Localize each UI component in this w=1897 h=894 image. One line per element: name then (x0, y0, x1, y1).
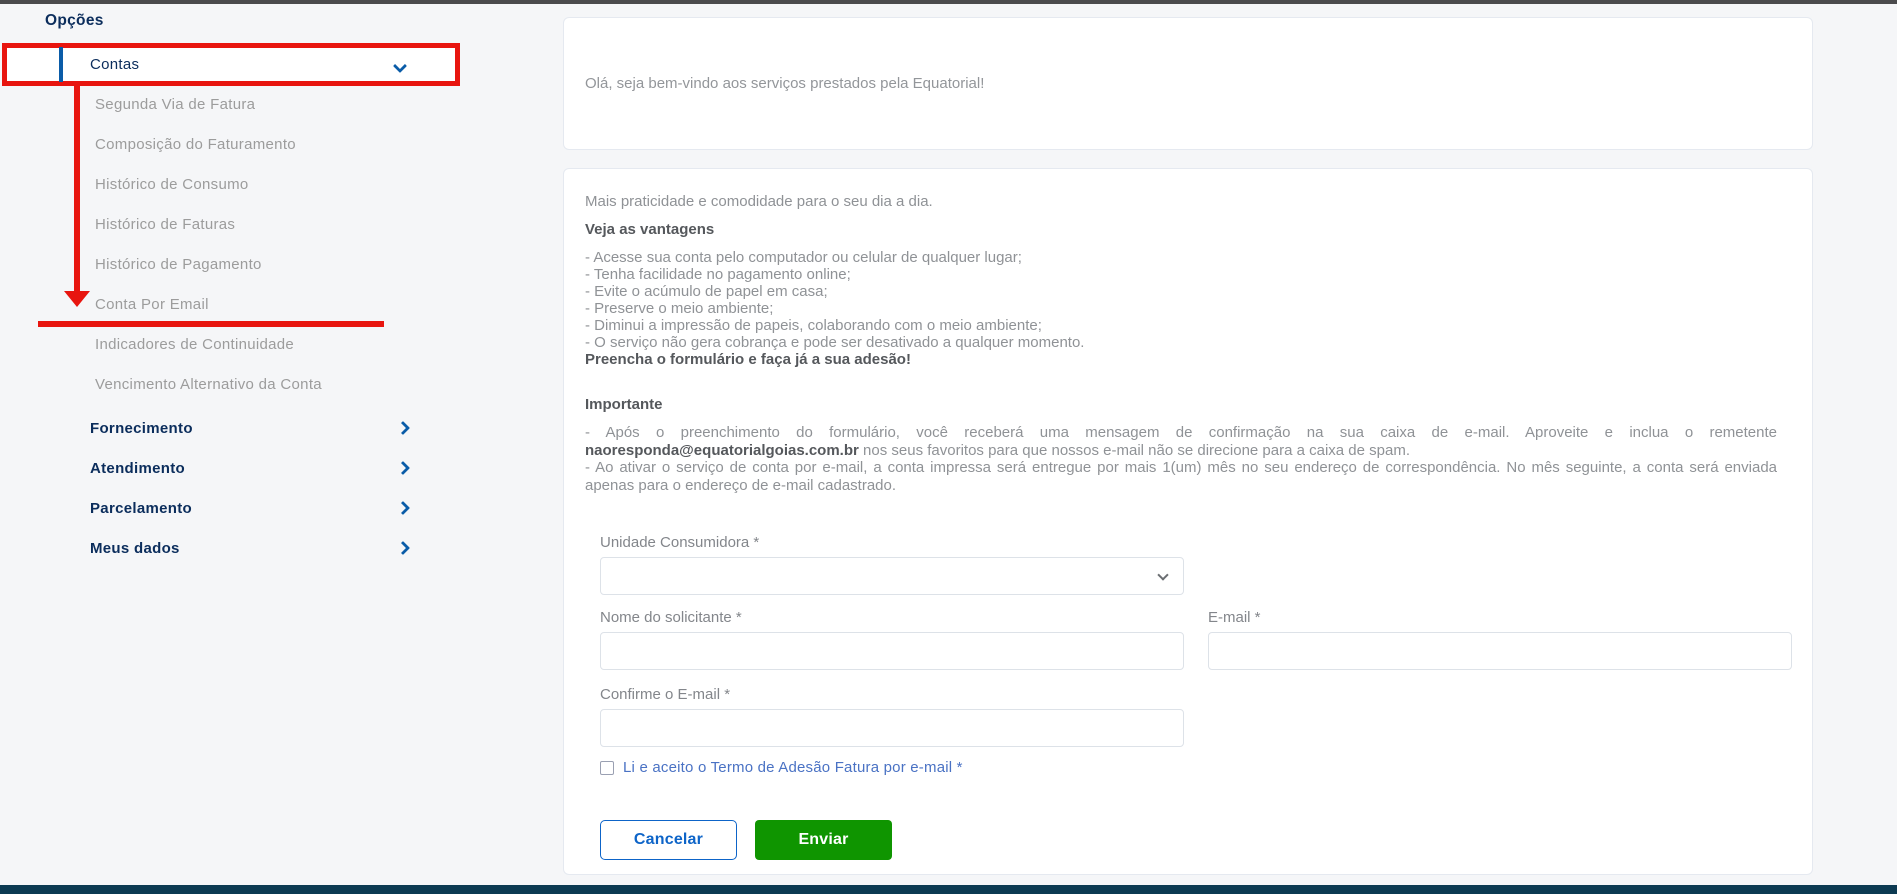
active-item-accent-bar (59, 47, 63, 82)
main-content: Olá, seja bem-vindo aos serviços prestad… (563, 17, 1813, 875)
options-sidebar: Opções Contas Segunda Via de Fatura Comp… (0, 0, 540, 880)
sidebar-item-parcelamento-label: Parcelamento (90, 500, 192, 517)
terms-row: Li e aceito o Termo de Adesão Fatura por… (600, 759, 1792, 776)
advantage-item: - Evite o acúmulo de papel em casa; (585, 283, 1788, 300)
important-p1-before: - Após o preenchimento do formulário, vo… (585, 424, 1777, 441)
contas-submenu: Segunda Via de Fatura Composição do Fatu… (95, 85, 435, 405)
sidebar-item-atendimento[interactable]: Atendimento (90, 448, 408, 488)
confirme-email-label: Confirme o E-mail * (600, 686, 1792, 703)
sidebar-item-meus-dados[interactable]: Meus dados (90, 528, 408, 568)
advantage-item: - Diminui a impressão de papeis, colabor… (585, 317, 1788, 334)
terms-link[interactable]: Li e aceito o Termo de Adesão Fatura por… (623, 759, 963, 776)
sidebar-item-meus-dados-label: Meus dados (90, 540, 180, 557)
advantages-list: - Acesse sua conta pelo computador ou ce… (585, 249, 1788, 351)
advantage-item: - O serviço não gera cobrança e pode ser… (585, 334, 1788, 351)
important-p1-after: nos seus favoritos para que nossos e-mai… (859, 442, 1410, 459)
noreply-email: naoresponda@equatorialgoias.com.br (585, 442, 859, 459)
sidebar-item-atendimento-label: Atendimento (90, 460, 185, 477)
intro-text: Mais praticidade e comodidade para o seu… (585, 193, 1788, 210)
welcome-message: Olá, seja bem-vindo aos serviços prestad… (585, 75, 984, 92)
conta-por-email-card: Mais praticidade e comodidade para o seu… (563, 168, 1813, 875)
nome-solicitante-label: Nome do solicitante * (600, 609, 1184, 626)
sidebar-item-contas[interactable]: Contas (2, 43, 460, 86)
sidebar-item-parcelamento[interactable]: Parcelamento (90, 488, 408, 528)
chevron-right-icon (398, 420, 408, 437)
advantage-item: - Acesse sua conta pelo computador ou ce… (585, 249, 1788, 266)
red-annotation-arrow-head (64, 291, 90, 307)
confirme-email-input[interactable] (600, 709, 1184, 747)
sidebar-title: Opções (45, 12, 104, 30)
sidebar-sections: Fornecimento Atendimento Parcelamento Me… (90, 408, 408, 568)
chevron-down-icon (395, 58, 405, 76)
sidebar-item-conta-por-email[interactable]: Conta Por Email (95, 285, 435, 325)
sidebar-item-historico-de-faturas[interactable]: Histórico de Faturas (95, 205, 435, 245)
welcome-card: Olá, seja bem-vindo aos serviços prestad… (563, 17, 1813, 150)
email-input[interactable] (1208, 632, 1792, 670)
advantage-item: - Tenha facilidade no pagamento online; (585, 266, 1788, 283)
chevron-right-icon (398, 500, 408, 517)
sidebar-item-vencimento-alternativo-da-conta[interactable]: Vencimento Alternativo da Conta (95, 365, 435, 405)
sidebar-item-fornecimento[interactable]: Fornecimento (90, 408, 408, 448)
advantage-item: - Preserve o meio ambiente; (585, 300, 1788, 317)
important-p2: - Ao ativar o serviço de conta por e-mai… (585, 459, 1777, 494)
chevron-down-icon (1157, 569, 1168, 580)
advantages-title: Veja as vantagens (585, 221, 1788, 238)
cta-text: Preencha o formulário e faça já a sua ad… (585, 351, 1788, 368)
adhesion-form: Unidade Consumidora * Nome do solicitant… (600, 534, 1792, 860)
sidebar-item-historico-de-consumo[interactable]: Histórico de Consumo (95, 165, 435, 205)
red-annotation-underline (38, 321, 384, 327)
sidebar-item-composicao-do-faturamento[interactable]: Composição do Faturamento (95, 125, 435, 165)
sidebar-item-indicadores-de-continuidade[interactable]: Indicadores de Continuidade (95, 325, 435, 365)
submit-button[interactable]: Enviar (755, 820, 892, 860)
important-paragraph: - Após o preenchimento do formulário, vo… (585, 424, 1777, 494)
red-annotation-arrow-line (74, 86, 80, 292)
unidade-consumidora-label: Unidade Consumidora * (600, 534, 1792, 551)
form-actions: Cancelar Enviar (600, 820, 1792, 860)
bottom-page-bar (0, 885, 1897, 894)
chevron-right-icon (398, 540, 408, 557)
terms-checkbox[interactable] (600, 761, 614, 775)
nome-solicitante-input[interactable] (600, 632, 1184, 670)
important-title: Importante (585, 396, 1788, 413)
chevron-right-icon (398, 460, 408, 477)
sidebar-item-contas-label: Contas (90, 56, 139, 73)
email-label: E-mail * (1208, 609, 1792, 626)
unidade-consumidora-select[interactable] (600, 557, 1184, 595)
cancel-button[interactable]: Cancelar (600, 820, 737, 860)
sidebar-item-fornecimento-label: Fornecimento (90, 420, 193, 437)
sidebar-item-historico-de-pagamento[interactable]: Histórico de Pagamento (95, 245, 435, 285)
sidebar-item-segunda-via-de-fatura[interactable]: Segunda Via de Fatura (95, 85, 435, 125)
